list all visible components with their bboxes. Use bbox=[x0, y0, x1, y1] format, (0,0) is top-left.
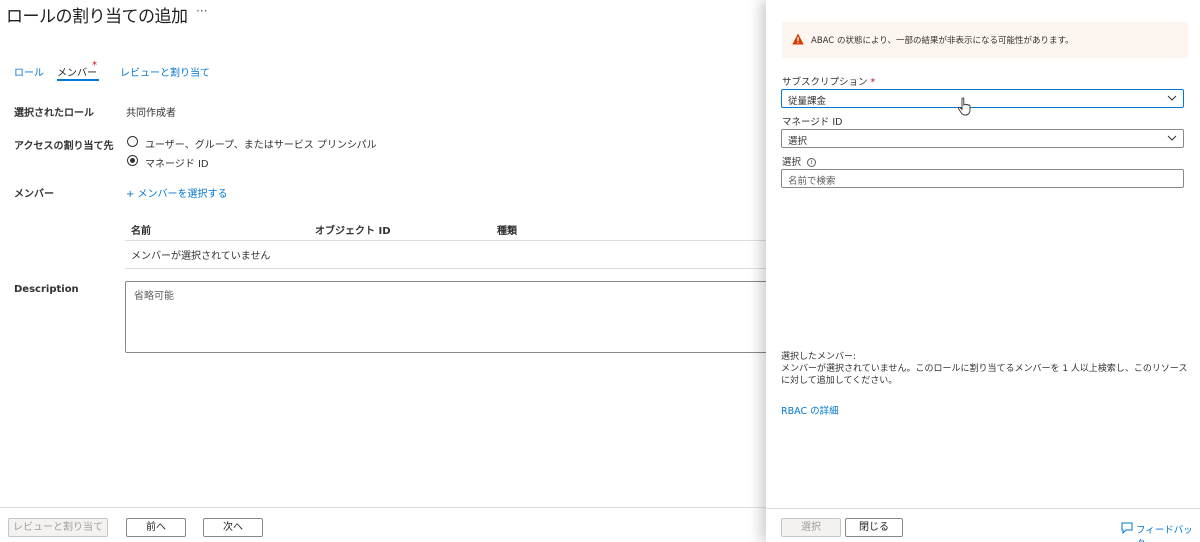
feedback-icon[interactable] bbox=[1121, 522, 1133, 534]
panel-footer-divider bbox=[766, 508, 1200, 509]
subscription-value: 従量課金 bbox=[788, 96, 827, 107]
column-object-id[interactable]: オブジェクト ID bbox=[315, 222, 391, 237]
footer-divider bbox=[0, 507, 766, 508]
select-button[interactable]: 選択 bbox=[781, 518, 841, 537]
selected-members-title: 選択したメンバー: bbox=[781, 352, 857, 362]
select-members-link[interactable]: + メンバーを選択する bbox=[126, 185, 228, 200]
abac-warning-banner: ABAC の状態により、一部の結果が非表示になる可能性があります。 bbox=[782, 22, 1188, 58]
subscription-dropdown[interactable]: 従量課金 bbox=[781, 89, 1184, 108]
next-button[interactable]: 次へ bbox=[203, 518, 263, 537]
table-header-divider bbox=[125, 240, 766, 241]
radio-managed-id-label[interactable]: マネージド ID bbox=[145, 155, 209, 170]
radio-managed-id[interactable] bbox=[127, 155, 138, 166]
tab-members[interactable]: メンバー bbox=[57, 64, 97, 79]
managed-id-dropdown[interactable]: 選択 bbox=[781, 129, 1184, 148]
radio-user-group[interactable] bbox=[127, 136, 138, 147]
warning-text: ABAC の状態により、一部の結果が非表示になる可能性があります。 bbox=[811, 36, 1074, 46]
select-label-text: 選択 bbox=[782, 157, 802, 168]
description-label: Description bbox=[14, 284, 79, 295]
page-title: ロールの割り当ての追加 bbox=[6, 7, 188, 27]
selected-role-value: 共同作成者 bbox=[126, 108, 176, 119]
active-tab-underline bbox=[57, 79, 99, 81]
more-actions-icon[interactable]: ··· bbox=[196, 4, 207, 18]
info-icon[interactable]: i bbox=[807, 158, 817, 167]
select-managed-identity-panel: ABAC の状態により、一部の結果が非表示になる可能性があります。 サブスクリプ… bbox=[766, 0, 1200, 542]
column-type[interactable]: 種類 bbox=[497, 222, 517, 237]
assign-access-label: アクセスの割り当て先 bbox=[14, 141, 114, 152]
warning-icon bbox=[792, 33, 804, 45]
tab-review-assign[interactable]: レビューと割り当て bbox=[120, 64, 210, 79]
search-placeholder: 名前で検索 bbox=[788, 176, 836, 187]
managed-id-value: 選択 bbox=[788, 136, 808, 147]
chevron-down-icon bbox=[1167, 135, 1177, 141]
required-indicator: * bbox=[92, 60, 97, 71]
managed-id-label: マネージド ID bbox=[782, 117, 843, 128]
description-textarea[interactable]: 省略可能 bbox=[125, 281, 770, 353]
select-label: 選択 i bbox=[782, 154, 817, 168]
column-name[interactable]: 名前 bbox=[131, 222, 151, 237]
table-divider bbox=[125, 268, 766, 269]
members-label: メンバー bbox=[14, 189, 54, 200]
table-empty-message: メンバーが選択されていません bbox=[131, 251, 271, 262]
tab-role[interactable]: ロール bbox=[14, 64, 44, 79]
feedback-link[interactable]: フィードバック bbox=[1136, 522, 1200, 542]
rbac-details-link[interactable]: RBAC の詳細 bbox=[781, 403, 839, 417]
previous-button[interactable]: 前へ bbox=[126, 518, 186, 537]
selected-members-section: 選択したメンバー: メンバーが選択されていません。このロールに割り当てるメンバー… bbox=[781, 351, 1191, 387]
search-input[interactable]: 名前で検索 bbox=[781, 169, 1184, 188]
subscription-label-text: サブスクリプション bbox=[782, 77, 868, 88]
review-assign-button[interactable]: レビューと割り当て bbox=[8, 518, 108, 537]
hand-cursor-icon bbox=[957, 97, 971, 116]
chevron-down-icon bbox=[1167, 95, 1177, 101]
selected-role-label: 選択されたロール bbox=[14, 108, 94, 119]
close-button[interactable]: 閉じる bbox=[845, 518, 903, 537]
required-indicator: * bbox=[870, 77, 876, 88]
subscription-label: サブスクリプション * bbox=[782, 74, 875, 88]
description-placeholder: 省略可能 bbox=[134, 291, 174, 302]
selected-members-text: メンバーが選択されていません。このロールに割り当てるメンバーを 1 人以上検索し… bbox=[781, 364, 1188, 386]
radio-user-group-label[interactable]: ユーザー、グループ、またはサービス プリンシパル bbox=[145, 136, 377, 151]
